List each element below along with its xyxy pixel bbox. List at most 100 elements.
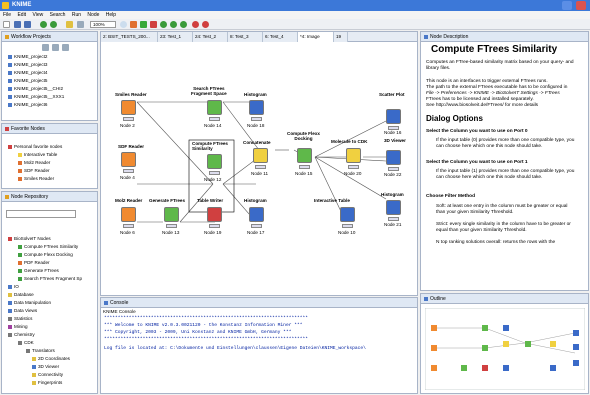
project-item[interactable]: KNIME_project4 [8,70,47,75]
interactive-table-node[interactable] [340,207,355,222]
console-line: Log file is located at: C:\Dokumente und… [104,346,366,351]
repo-category[interactable]: Data Manipulation [8,300,51,305]
histogram-node[interactable] [249,100,264,115]
favorite-item[interactable]: Interactive Table [18,152,57,157]
node-id: Node 14 [204,123,222,128]
repo-category[interactable]: Data Views [8,308,37,313]
reset-icon[interactable] [160,21,167,28]
outline-preview [425,308,585,390]
execute-icon[interactable] [66,21,73,28]
repo-category[interactable]: Database [8,292,34,297]
concatenate-node[interactable] [253,148,268,163]
favorite-item[interactable]: Smiles Reader [18,176,54,181]
project-item[interactable]: KNIME_project2 [8,54,47,59]
favorite-item[interactable]: Mol2 Reader [18,160,50,165]
cancel-icon[interactable] [150,21,157,28]
node-id: Node 12 [204,177,222,182]
repo-category[interactable]: CDK [18,340,34,345]
redo-icon[interactable] [50,21,57,28]
search-ftrees-node[interactable] [207,100,222,115]
menu-run[interactable]: Run [72,12,81,18]
node-status-lights [348,165,359,169]
repo-category[interactable]: Mining [8,324,28,329]
compute-flexx-node[interactable] [297,148,312,163]
project-item[interactable]: KNIME_project6 [8,102,47,107]
molecule-to-cdk-node[interactable] [346,148,361,163]
project-item[interactable]: KNIME_project5__CHI2 [8,86,63,91]
menu-view[interactable]: View [32,12,43,18]
menu-node[interactable]: Node [87,12,99,18]
console-tab[interactable]: Console [101,298,417,308]
new-icon[interactable] [3,21,10,28]
node-id: Node 6 [120,230,135,235]
node-label: Histogram [244,92,267,97]
undo-icon[interactable] [40,21,47,28]
smiles-reader-node[interactable] [121,100,136,115]
zoom-select[interactable]: 100% [90,21,116,28]
description-title: Compute FTrees Similarity [431,44,558,55]
view-icon[interactable] [180,21,187,28]
menu-file[interactable]: File [3,12,11,18]
repo-node[interactable]: Generate FTrees [18,268,59,273]
favorite-nodes-tab[interactable]: Favorite Nodes [2,124,97,134]
link-icon[interactable] [52,44,59,51]
stop-icon[interactable] [192,21,199,28]
project-item[interactable]: KNIME_project5 [8,78,47,83]
histogram-node[interactable] [386,200,401,215]
node-id: Node 20 [344,171,362,176]
workflow-projects-tab[interactable]: Workflow Projects [2,32,97,42]
repo-node[interactable]: Fingerprints [32,380,62,385]
repo-node[interactable]: Compute FTrees Similarity [18,244,78,249]
node-status-lights [251,117,262,121]
repo-node[interactable]: Search FTrees Fragment Sp [18,276,82,281]
3d-viewer-node[interactable] [386,150,401,165]
repo-node[interactable]: Connectivity [32,372,63,377]
project-item[interactable]: KNIME_project5__XXX1 [8,94,64,99]
table-writer-node[interactable] [207,207,222,222]
minimize-button[interactable] [562,1,572,10]
repo-category[interactable]: BioSolveIT Nodes [8,236,51,241]
histogram-node[interactable] [249,207,264,222]
menu-edit[interactable]: Edit [17,12,26,18]
project-item[interactable]: KNIME_project3 [8,62,47,67]
repo-node[interactable]: 3D Viewer [32,364,59,369]
repo-category[interactable]: Translators [26,348,55,353]
save-icon[interactable] [14,21,21,28]
repository-search-input[interactable] [6,210,76,218]
save-all-icon[interactable] [24,21,31,28]
node-label: Molecule to CDK [331,139,368,144]
repo-category[interactable]: Chemistry [8,332,35,337]
menu-search[interactable]: Search [50,12,66,18]
repo-node[interactable]: Compute Flexx Docking [18,252,73,257]
favorites-root[interactable]: Personal favorite nodes [8,144,62,149]
node-label: Generate FTrees [149,198,186,203]
close-button[interactable] [576,1,586,10]
collapse-icon[interactable] [42,44,49,51]
console-stars: ****************************************… [104,316,308,321]
repo-category[interactable]: Statistics [8,316,32,321]
search-icon[interactable] [120,21,127,28]
configure-icon[interactable] [130,21,137,28]
node-description-tab[interactable]: Node Description [421,32,588,42]
description-link[interactable]: See http://www.biosolveit.de/FTrees/ for… [426,103,578,109]
grid-icon[interactable] [77,21,84,28]
compute-ftrees-node[interactable] [207,154,222,169]
mol2-reader-node[interactable] [121,207,136,222]
sdf-reader-node[interactable] [121,152,136,167]
execute-all-icon[interactable] [140,21,147,28]
step-icon[interactable] [170,21,177,28]
generate-ftrees-node[interactable] [164,207,179,222]
zoom-value: 100% [93,22,105,27]
outline-tab[interactable]: Outline [421,294,588,304]
node-repository-tab[interactable]: Node Repository [2,192,97,202]
scatter-plot-node[interactable] [386,109,401,124]
node-label: Table Writer [197,198,224,203]
favorite-item[interactable]: SDF Reader [18,168,50,173]
repo-node[interactable]: 2D Coordinates [32,356,70,361]
pause-icon[interactable] [202,21,209,28]
menu-help[interactable]: Help [106,12,116,18]
menu-icon[interactable] [62,44,69,51]
console-panel: Console KNIME Console ******************… [100,297,418,394]
repo-category[interactable]: IO [8,284,19,289]
repo-node[interactable]: PDF Reader [18,260,50,265]
